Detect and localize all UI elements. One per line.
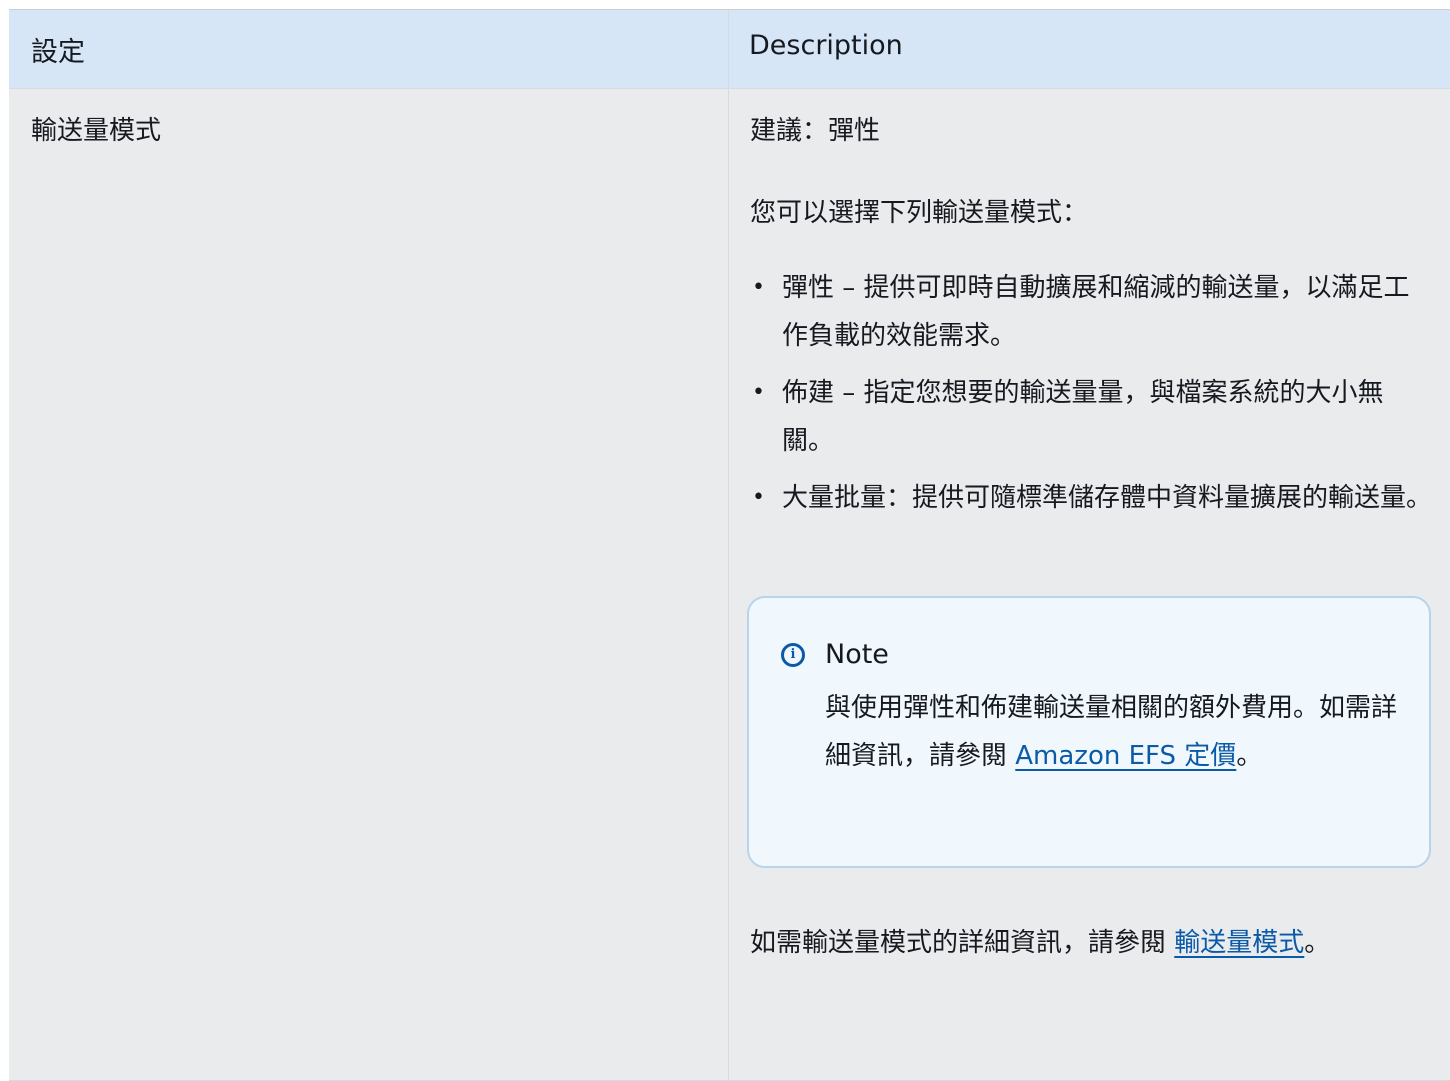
more-info-period: 。 xyxy=(1304,928,1331,958)
list-item-text: 大量批量：提供可隨標準儲存體中資料量擴展的輸送量。 xyxy=(782,483,1433,513)
bullet-icon: • xyxy=(752,380,765,405)
note-title: Note xyxy=(825,639,889,670)
more-info-text: 如需輸送量模式的詳細資訊，請參閱 輸送量模式。 xyxy=(750,919,1432,967)
setting-name: 輸送量模式 xyxy=(31,116,162,146)
list-item: • 大量批量：提供可隨標準儲存體中資料量擴展的輸送量。 xyxy=(750,474,1432,522)
column-header-description: Description xyxy=(729,10,1450,89)
throughput-modes-link[interactable]: 輸送量模式 xyxy=(1174,928,1304,958)
list-item: • 彈性 – 提供可即時自動擴展和縮減的輸送量，以滿足工作負載的效能需求。 xyxy=(750,264,1432,360)
note-text: 與使用彈性和佈建輸送量相關的額外費用。如需詳細資訊，請參閱 Amazon EFS… xyxy=(825,684,1401,780)
note-callout: i Note 與使用彈性和佈建輸送量相關的額外費用。如需詳細資訊，請參閱 Ama… xyxy=(747,596,1431,868)
recommendation-text: 建議：彈性 xyxy=(750,116,881,146)
note-content: Note 與使用彈性和佈建輸送量相關的額外費用。如需詳細資訊，請參閱 Amazo… xyxy=(825,631,1401,866)
bullet-icon: • xyxy=(752,275,765,300)
bullet-icon: • xyxy=(752,485,765,510)
list-item-text: 彈性 – 提供可即時自動擴展和縮減的輸送量，以滿足工作負載的效能需求。 xyxy=(782,273,1410,351)
setting-name-cell: 輸送量模式 xyxy=(9,89,729,1081)
more-info-body: 如需輸送量模式的詳細資訊，請參閱 xyxy=(750,928,1175,958)
intro-text: 您可以選擇下列輸送量模式： xyxy=(750,198,1089,228)
column-header-setting: 設定 xyxy=(9,10,729,89)
efs-pricing-link[interactable]: Amazon EFS 定價 xyxy=(1015,741,1236,771)
list-item: • 佈建 – 指定您想要的輸送量量，與檔案系統的大小無關。 xyxy=(750,369,1432,465)
info-icon: i xyxy=(781,643,805,667)
settings-table: 設定 Description 輸送量模式 建議：彈性 您可以選擇下列輸送量模式：… xyxy=(9,9,1450,1081)
note-period: 。 xyxy=(1236,741,1263,771)
list-item-text: 佈建 – 指定您想要的輸送量量，與檔案系統的大小無關。 xyxy=(782,378,1384,456)
description-cell: 建議：彈性 您可以選擇下列輸送量模式： • 彈性 – 提供可即時自動擴展和縮減的… xyxy=(729,89,1450,1081)
throughput-mode-list: • 彈性 – 提供可即時自動擴展和縮減的輸送量，以滿足工作負載的效能需求。 • … xyxy=(750,264,1432,522)
